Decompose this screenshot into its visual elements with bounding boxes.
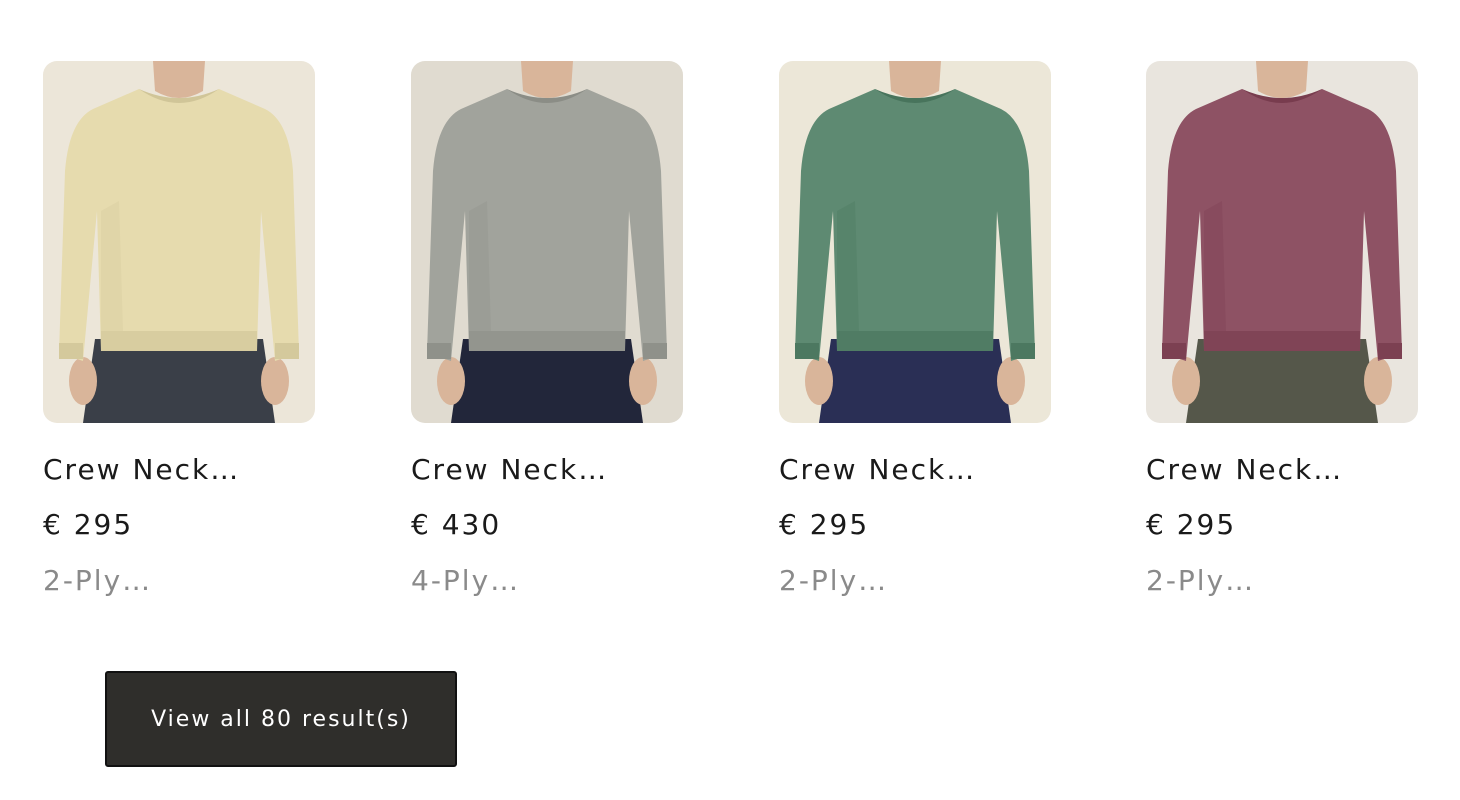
product-subtitle: 2-Ply…: [1146, 564, 1256, 597]
model-pants: [451, 339, 643, 423]
product-price: € 295: [43, 508, 134, 541]
model-pants: [83, 339, 275, 423]
model-neck: [1256, 61, 1308, 98]
product-card[interactable]: Crew Neck… € 295 2-Ply…: [1146, 61, 1418, 599]
model-pants: [819, 339, 1011, 423]
model-left-hand: [805, 357, 833, 405]
model-pants: [1186, 339, 1378, 423]
model-right-hand: [997, 357, 1025, 405]
sweater-left-cuff: [795, 343, 819, 359]
product-price: € 430: [411, 508, 502, 541]
product-photo-icon: [43, 61, 315, 423]
product-title[interactable]: Crew Neck…: [1146, 452, 1418, 488]
sweater-right-cuff: [643, 343, 667, 359]
model-neck: [889, 61, 941, 98]
product-photo-icon: [411, 61, 683, 423]
product-photo-icon: [779, 61, 1051, 423]
product-subtitle: 2-Ply…: [779, 564, 889, 597]
sweater-left-cuff: [59, 343, 83, 359]
product-photo-icon: [1146, 61, 1418, 423]
product-card[interactable]: Crew Neck… € 430 4-Ply…: [411, 61, 683, 599]
model-neck: [521, 61, 573, 98]
sweater-hem: [469, 331, 625, 351]
model-left-hand: [69, 357, 97, 405]
sweater-right-cuff: [1378, 343, 1402, 359]
sweater-left-cuff: [427, 343, 451, 359]
product-image[interactable]: [1146, 61, 1418, 423]
model-right-hand: [261, 357, 289, 405]
product-image[interactable]: [43, 61, 315, 423]
product-image[interactable]: [779, 61, 1051, 423]
product-card[interactable]: Crew Neck… € 295 2-Ply…: [43, 61, 315, 599]
product-subtitle: 2-Ply…: [43, 564, 153, 597]
model-right-hand: [1364, 357, 1392, 405]
sweater-hem: [101, 331, 257, 351]
product-title[interactable]: Crew Neck…: [43, 452, 315, 488]
sweater-hem: [837, 331, 993, 351]
model-left-hand: [437, 357, 465, 405]
sweater-hem: [1204, 331, 1360, 351]
model-neck: [153, 61, 205, 98]
sweater-right-cuff: [1011, 343, 1035, 359]
model-right-hand: [629, 357, 657, 405]
view-all-results-button[interactable]: View all 80 result(s): [105, 671, 457, 767]
model-left-hand: [1172, 357, 1200, 405]
product-subtitle: 4-Ply…: [411, 564, 521, 597]
product-title[interactable]: Crew Neck…: [411, 452, 683, 488]
product-image[interactable]: [411, 61, 683, 423]
product-card[interactable]: Crew Neck… € 295 2-Ply…: [779, 61, 1051, 599]
sweater-right-cuff: [275, 343, 299, 359]
product-price: € 295: [1146, 508, 1237, 541]
product-price: € 295: [779, 508, 870, 541]
sweater-left-cuff: [1162, 343, 1186, 359]
product-title[interactable]: Crew Neck…: [779, 452, 1051, 488]
